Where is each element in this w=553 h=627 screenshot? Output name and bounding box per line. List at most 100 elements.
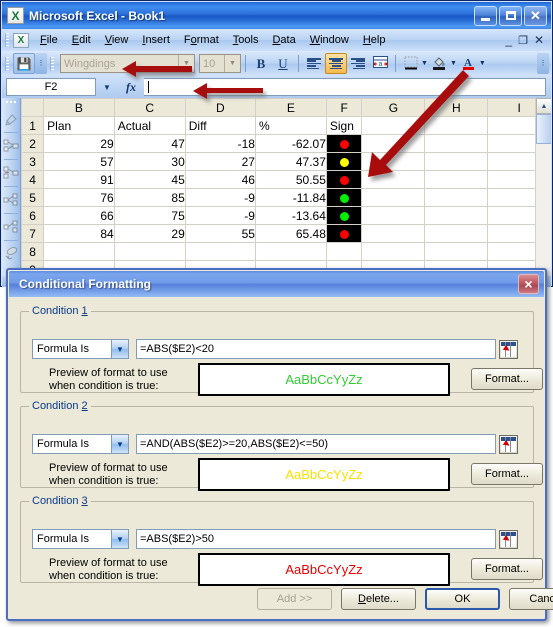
- close-button[interactable]: ✕: [524, 5, 547, 26]
- name-box[interactable]: F2: [6, 78, 96, 96]
- cell-C7[interactable]: 29: [113, 224, 186, 243]
- cell-G5[interactable]: [361, 188, 426, 207]
- cell-E3[interactable]: 47.37: [254, 152, 327, 171]
- cell-D8[interactable]: [184, 242, 256, 261]
- cell-F3[interactable]: [325, 152, 363, 171]
- doc-minimize-icon[interactable]: _: [505, 33, 512, 47]
- cell-B8[interactable]: [43, 242, 115, 261]
- cell-H7[interactable]: [424, 224, 489, 243]
- cell-G7[interactable]: [361, 224, 426, 243]
- insert-function-icon[interactable]: fx: [118, 80, 144, 95]
- condition-2-formula-input[interactable]: =AND(ABS($E2)>=20,ABS($E2)<=50): [136, 434, 496, 454]
- font-color-button[interactable]: A: [458, 53, 480, 74]
- cell-B7[interactable]: 84: [43, 224, 115, 243]
- remove-dependent-arrows-icon[interactable]: [3, 216, 20, 238]
- cell-E2[interactable]: -62.07: [254, 134, 327, 153]
- column-header-G[interactable]: G: [361, 98, 426, 117]
- cell-C3[interactable]: 30: [113, 152, 186, 171]
- cell-G4[interactable]: [361, 170, 426, 189]
- remove-all-arrows-icon[interactable]: [3, 243, 20, 265]
- cell-B4[interactable]: 91: [43, 170, 115, 189]
- chevron-down-icon[interactable]: ▼: [479, 60, 486, 67]
- cell-G1[interactable]: [361, 116, 426, 135]
- cell-H5[interactable]: [424, 188, 489, 207]
- cell-H2[interactable]: [424, 134, 489, 153]
- format-painter-icon[interactable]: [3, 108, 20, 130]
- align-left-button[interactable]: [303, 53, 325, 74]
- row-header-6[interactable]: 6: [20, 206, 45, 225]
- font-size-combo[interactable]: 10 ▼: [199, 54, 241, 73]
- scroll-up-button[interactable]: ▲: [536, 98, 551, 114]
- cell-E8[interactable]: [254, 242, 327, 261]
- cell-H3[interactable]: [424, 152, 489, 171]
- cell-F8[interactable]: [325, 242, 363, 261]
- cell-F5[interactable]: [325, 188, 363, 207]
- dialog-close-button[interactable]: ×: [518, 274, 539, 294]
- chevron-down-icon[interactable]: ▼: [178, 55, 194, 72]
- column-header-C[interactable]: C: [113, 98, 186, 117]
- condition-1-formula-input[interactable]: =ABS($E2)<20: [136, 339, 496, 359]
- add-button[interactable]: Add >>: [257, 588, 332, 610]
- cell-D5[interactable]: -9: [184, 188, 256, 207]
- menu-window[interactable]: Window: [303, 32, 356, 48]
- cell-D1[interactable]: Diff: [184, 116, 256, 135]
- row-header-7[interactable]: 7: [20, 224, 45, 243]
- chevron-down-icon[interactable]: ▼: [421, 60, 428, 67]
- cell-H1[interactable]: [424, 116, 489, 135]
- menu-edit[interactable]: Edit: [65, 32, 98, 48]
- toolbar-overflow-icon[interactable]: ⋮: [537, 53, 549, 74]
- cell-F1[interactable]: Sign: [325, 116, 363, 135]
- cell-E1[interactable]: %: [254, 116, 327, 135]
- name-box-chevron-down-icon[interactable]: ▼: [96, 83, 118, 92]
- minimize-button[interactable]: [474, 5, 497, 26]
- condition-3-range-picker-button[interactable]: [499, 529, 518, 549]
- cell-E7[interactable]: 65.48: [254, 224, 327, 243]
- column-header-F[interactable]: F: [325, 98, 363, 117]
- font-name-combo[interactable]: Wingdings ▼: [60, 54, 195, 73]
- column-header-D[interactable]: D: [184, 98, 256, 117]
- cell-E6[interactable]: -13.64: [254, 206, 327, 225]
- underline-button[interactable]: U: [272, 53, 294, 74]
- worksheet-grid[interactable]: B C D E F G H I 1 Plan Actual Diff % Sig…: [20, 98, 551, 276]
- cell-D4[interactable]: 46: [184, 170, 256, 189]
- toolbar-overflow-icon[interactable]: ⋮: [35, 53, 47, 74]
- condition-3-formula-input[interactable]: =ABS($E2)>50: [136, 529, 496, 549]
- cell-B6[interactable]: 66: [43, 206, 115, 225]
- remove-precedent-arrows-icon[interactable]: [3, 162, 20, 184]
- menu-insert[interactable]: Insert: [135, 32, 177, 48]
- cell-B1[interactable]: Plan: [43, 116, 115, 135]
- menu-format[interactable]: Format: [177, 32, 226, 48]
- cell-F6[interactable]: [325, 206, 363, 225]
- condition-2-format-button[interactable]: Format...: [471, 463, 543, 485]
- cancel-button[interactable]: Cancel: [509, 588, 553, 610]
- fill-color-button[interactable]: [429, 53, 451, 74]
- cell-C8[interactable]: [113, 242, 186, 261]
- reviewing-toolbar-grip[interactable]: [4, 100, 18, 105]
- chevron-down-icon[interactable]: ▼: [111, 530, 128, 548]
- row-header-2[interactable]: 2: [20, 134, 45, 153]
- cell-E5[interactable]: -11.84: [254, 188, 327, 207]
- select-all-corner[interactable]: [20, 98, 45, 117]
- row-header-5[interactable]: 5: [20, 188, 45, 207]
- menu-help[interactable]: Help: [356, 32, 393, 48]
- cell-F2[interactable]: [325, 134, 363, 153]
- menu-file[interactable]: FFileile: [33, 32, 65, 48]
- save-icon[interactable]: 💾: [13, 53, 35, 74]
- cell-D2[interactable]: -18: [184, 134, 256, 153]
- restore-button[interactable]: [499, 5, 522, 26]
- condition-2-type-select[interactable]: Formula Is ▼: [32, 434, 129, 454]
- cell-F7[interactable]: [325, 224, 363, 243]
- cell-H4[interactable]: [424, 170, 489, 189]
- cell-D7[interactable]: 55: [184, 224, 256, 243]
- cell-D3[interactable]: 27: [184, 152, 256, 171]
- formula-input[interactable]: [144, 78, 546, 96]
- column-header-B[interactable]: B: [43, 98, 115, 117]
- cell-B3[interactable]: 57: [43, 152, 115, 171]
- chevron-down-icon[interactable]: ▼: [450, 60, 457, 67]
- condition-1-format-button[interactable]: Format...: [471, 368, 543, 390]
- scrollbar-thumb[interactable]: [536, 114, 551, 144]
- chevron-down-icon[interactable]: ▼: [111, 340, 128, 358]
- cell-C2[interactable]: 47: [113, 134, 186, 153]
- condition-1-type-select[interactable]: Formula Is ▼: [32, 339, 129, 359]
- standard-toolbar-grip[interactable]: [5, 56, 9, 71]
